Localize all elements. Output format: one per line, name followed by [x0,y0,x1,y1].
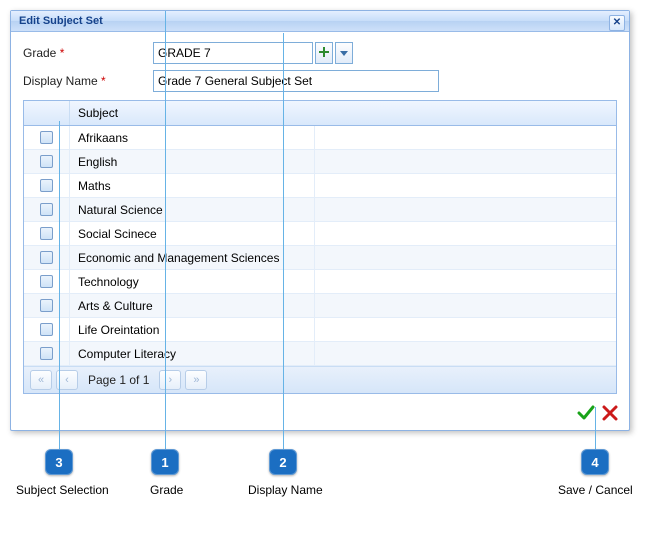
row-checkbox[interactable] [40,203,53,216]
annotation-badge-1: 1 [151,449,179,475]
annotation-badge-2: 2 [269,449,297,475]
row-checkbox[interactable] [40,275,53,288]
subject-grid: Subject AfrikaansEnglishMathsNatural Sci… [23,100,617,394]
row-checkbox-cell [24,342,70,365]
row-checkbox-cell [24,246,70,269]
pager-first-button[interactable]: « [30,370,52,390]
display-name-row: Display Name * [23,70,617,92]
close-icon: ✕ [613,18,621,28]
annotation-line-2 [283,33,284,451]
grade-label: Grade * [23,46,153,60]
grade-add-button[interactable] [315,42,333,64]
display-name-label: Display Name * [23,74,153,88]
required-asterisk: * [101,74,106,88]
cancel-button[interactable] [601,404,619,422]
row-subject-cell: Economic and Management Sciences [70,246,616,269]
dialog-title-bar: Edit Subject Set ✕ [11,11,629,32]
header-subject-col: Subject [70,101,616,125]
grid-body: AfrikaansEnglishMathsNatural ScienceSoci… [24,126,616,366]
row-subject-cell: Natural Science [70,198,616,221]
row-checkbox[interactable] [40,179,53,192]
row-checkbox-cell [24,174,70,197]
table-row[interactable]: Arts & Culture [24,294,616,318]
action-bar [577,404,619,422]
annotation-badge-4: 4 [581,449,609,475]
annotations: 3 1 2 4 Subject Selection Grade Display … [10,431,630,501]
row-subject-cell: Computer Literacy [70,342,616,365]
plus-icon [319,46,329,60]
row-checkbox-cell [24,318,70,341]
annotation-line-4 [595,407,596,451]
row-checkbox-cell [24,126,70,149]
row-checkbox-cell [24,294,70,317]
annotation-badge-3: 3 [45,449,73,475]
row-checkbox-cell [24,198,70,221]
grade-input[interactable] [153,42,313,64]
save-button[interactable] [577,404,595,422]
row-subject-cell: English [70,150,616,173]
table-row[interactable]: English [24,150,616,174]
grade-row: Grade * [23,42,617,64]
row-subject-cell: Arts & Culture [70,294,616,317]
grid-header: Subject [24,101,616,126]
pager-text: Page 1 of 1 [88,373,149,387]
row-checkbox-cell [24,222,70,245]
dialog-title: Edit Subject Set [19,15,103,27]
row-checkbox[interactable] [40,227,53,240]
dialog-body: Grade * Display Name * [11,32,629,430]
row-checkbox[interactable] [40,299,53,312]
pager-next-button[interactable]: › [159,370,181,390]
annotation-line-3 [59,121,60,451]
table-row[interactable]: Economic and Management Sciences [24,246,616,270]
grade-combo [153,42,353,64]
row-subject-cell: Social Scinece [70,222,616,245]
table-row[interactable]: Maths [24,174,616,198]
header-checkbox-col [24,101,70,125]
row-subject-cell: Maths [70,174,616,197]
row-checkbox-cell [24,150,70,173]
annotation-label-4: Save / Cancel [558,483,633,497]
table-row[interactable]: Natural Science [24,198,616,222]
row-checkbox[interactable] [40,323,53,336]
pager-toolbar: « ‹ Page 1 of 1 › » [24,366,616,393]
row-subject-cell: Technology [70,270,616,293]
row-checkbox[interactable] [40,347,53,360]
row-subject-cell: Afrikaans [70,126,616,149]
display-name-input[interactable] [153,70,439,92]
row-checkbox[interactable] [40,251,53,264]
pager-last-button[interactable]: » [185,370,207,390]
annotation-label-3: Subject Selection [16,483,109,497]
row-checkbox-cell [24,270,70,293]
table-row[interactable]: Social Scinece [24,222,616,246]
check-icon [577,404,595,422]
table-row[interactable]: Computer Literacy [24,342,616,366]
table-row[interactable]: Afrikaans [24,126,616,150]
row-subject-cell: Life Oreintation [70,318,616,341]
table-row[interactable]: Technology [24,270,616,294]
cross-icon [601,404,619,422]
grade-dropdown-trigger[interactable] [335,42,353,64]
row-checkbox[interactable] [40,155,53,168]
row-checkbox[interactable] [40,131,53,144]
table-row[interactable]: Life Oreintation [24,318,616,342]
annotation-line-1 [165,11,166,451]
annotation-label-1: Grade [150,483,183,497]
edit-subject-set-dialog: Edit Subject Set ✕ Grade * [10,10,630,431]
required-asterisk: * [60,46,65,60]
annotation-label-2: Display Name [248,483,323,497]
close-button[interactable]: ✕ [609,15,625,31]
